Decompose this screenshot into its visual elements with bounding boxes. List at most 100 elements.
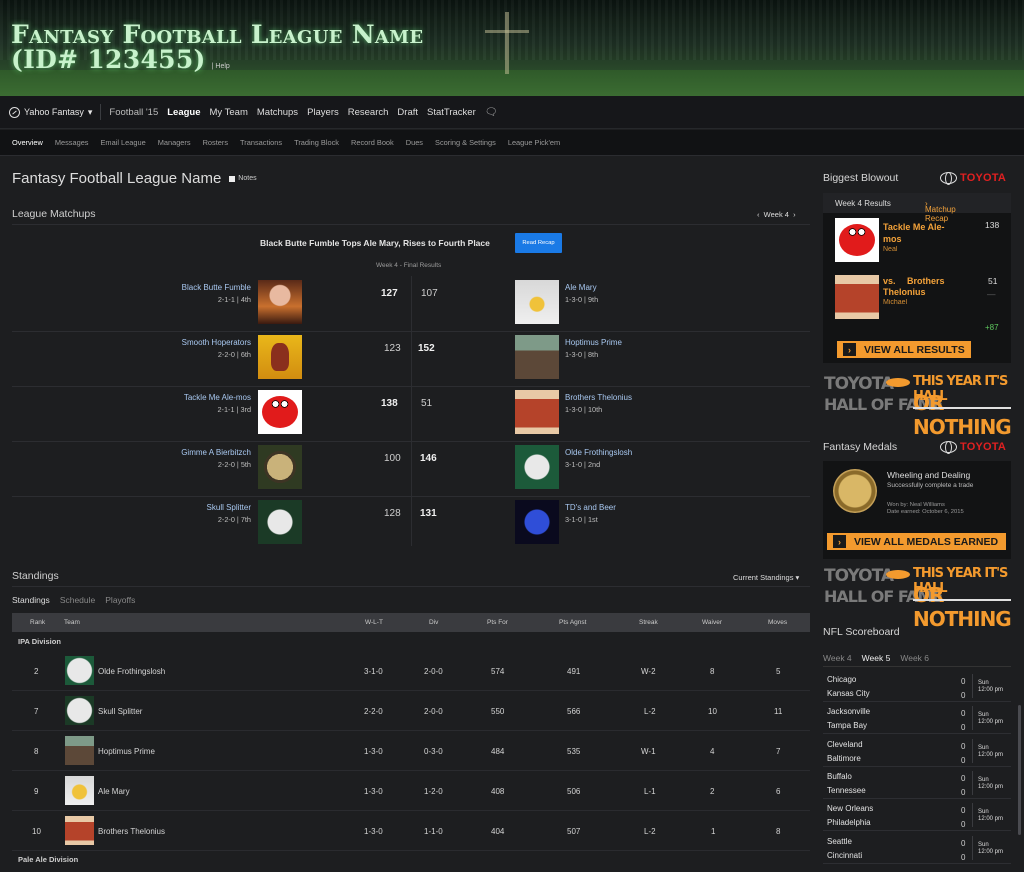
home-team-name[interactable]: Smooth Hoperators <box>1 338 251 347</box>
tab-schedule[interactable]: Schedule <box>60 595 95 605</box>
away-team-name[interactable]: Hoptimus Prime <box>565 338 765 347</box>
nfl-game[interactable]: Cleveland Baltimore 00 Sun 12:00 pm <box>823 735 1011 767</box>
nav-players[interactable]: Players <box>307 107 339 118</box>
away-team-name[interactable]: Brothers Thelonius <box>565 393 765 402</box>
subnav-dues[interactable]: Dues <box>406 138 423 147</box>
nfl-game[interactable]: Chicago Kansas City 00 Sun 12:00 pm <box>823 670 1011 702</box>
away-team-name[interactable]: TD's and Beer <box>565 503 765 512</box>
col-rank[interactable]: Rank <box>30 619 45 626</box>
chevron-right-icon[interactable]: › <box>793 210 796 219</box>
nfl-week-tabs: Week 4 Week 5 Week 6 <box>823 653 929 663</box>
nav-matchups[interactable]: Matchups <box>257 107 298 118</box>
home-team-name[interactable]: Tackle Me Ale-mos <box>1 393 251 402</box>
chevron-down-icon: ▾ <box>87 106 93 117</box>
yahoo-fantasy-menu[interactable]: Yahoo Fantasy ▾ <box>9 104 102 120</box>
toyota-ad[interactable]: TOYOTA HALL OF FAME THIS YEAR IT'S HALL … <box>823 373 1013 439</box>
home-team-name[interactable]: Skull Splitter <box>1 503 251 512</box>
table-row[interactable]: 9 Ale Mary 1-3-0 1-2-0 408 506 L-1 2 6 <box>12 771 810 811</box>
team-name[interactable]: Olde Frothingslosh <box>98 667 165 676</box>
team-name[interactable]: Brothers Thelonius <box>98 827 165 836</box>
col-div[interactable]: Div <box>429 619 438 626</box>
nav-research[interactable]: Research <box>348 107 389 118</box>
subnav-trading-block[interactable]: Trading Block <box>294 138 339 147</box>
matchup-recap-link[interactable]: Matchup Recap › <box>925 199 956 223</box>
team-avatar[interactable] <box>515 390 559 434</box>
away-team-name[interactable]: Olde Frothingslosh <box>565 448 765 457</box>
team-avatar[interactable] <box>258 390 302 434</box>
tab-week-6[interactable]: Week 6 <box>900 653 929 663</box>
tab-standings[interactable]: Standings <box>12 595 50 605</box>
notes-toggle[interactable]: Notes <box>229 175 257 182</box>
ad-strike-line <box>913 407 1011 409</box>
chevron-left-icon[interactable]: ‹ <box>757 210 760 219</box>
home-team-name[interactable]: Gimme A Bierbitzch <box>1 448 251 457</box>
tab-week-5[interactable]: Week 5 <box>862 653 891 663</box>
home-team-record: 2-1-1 | 3rd <box>217 405 251 414</box>
standings-tabs: Standings Schedule Playoffs <box>12 595 135 605</box>
team-avatar[interactable] <box>835 275 879 319</box>
subnav-record-book[interactable]: Record Book <box>351 138 394 147</box>
chat-icon[interactable]: 🗨 <box>485 107 498 118</box>
view-all-results-button[interactable]: › VIEW ALL RESULTS <box>837 341 971 358</box>
tab-week-4[interactable]: Week 4 <box>823 653 852 663</box>
col-streak[interactable]: Streak <box>639 619 658 626</box>
team-avatar[interactable] <box>258 445 302 489</box>
col-pts-agnst[interactable]: Pts Agnst <box>559 619 586 626</box>
winner-manager: Neal <box>883 246 898 253</box>
subnav-transactions[interactable]: Transactions <box>240 138 282 147</box>
team-avatar[interactable] <box>258 280 302 324</box>
loser-team-name[interactable]: Brothers Thelonius <box>883 276 959 298</box>
nfl-game[interactable]: Seattle Cincinnati 00 Sun 12:00 pm <box>823 832 1011 864</box>
team-avatar[interactable] <box>515 445 559 489</box>
table-row[interactable]: 2 Olde Frothingslosh 3-1-0 2-0-0 574 491… <box>12 651 810 691</box>
view-all-medals-button[interactable]: › VIEW ALL MEDALS EARNED <box>827 533 1006 550</box>
team-name[interactable]: Hoptimus Prime <box>98 747 155 756</box>
subnav-email-league[interactable]: Email League <box>101 138 146 147</box>
toyota-ad[interactable]: TOYOTA HALL OF FAME THIS YEAR IT'S HALL … <box>823 565 1013 631</box>
nfl-game[interactable]: Jacksonville Tampa Bay 00 Sun 12:00 pm <box>823 702 1011 734</box>
subnav-overview[interactable]: Overview <box>12 138 43 147</box>
team-avatar[interactable] <box>515 335 559 379</box>
nav-draft[interactable]: Draft <box>397 107 418 118</box>
nfl-game[interactable]: Buffalo Tennessee 00 Sun 12:00 pm <box>823 767 1011 799</box>
team-avatar <box>65 816 94 845</box>
home-team-name[interactable]: Black Butte Fumble <box>1 283 251 292</box>
tab-playoffs[interactable]: Playoffs <box>105 595 135 605</box>
read-recap-button[interactable]: Read Recap <box>515 233 562 253</box>
nav-league[interactable]: League <box>167 107 200 118</box>
subnav-league-pickem[interactable]: League Pick'em <box>508 138 560 147</box>
team-avatar[interactable] <box>258 335 302 379</box>
standings-view-dropdown[interactable]: Current Standings ▾ <box>733 573 799 582</box>
table-row[interactable]: 7 Skull Splitter 2-2-0 2-0-0 550 566 L-2… <box>12 691 810 731</box>
winner-team-name[interactable]: Tackle Me Ale-mos <box>883 221 963 245</box>
col-team[interactable]: Team <box>64 619 80 626</box>
team-avatar[interactable] <box>835 218 879 262</box>
team-name[interactable]: Skull Splitter <box>98 707 142 716</box>
matchups-title: League Matchups <box>12 208 96 220</box>
help-link[interactable]: | Help <box>212 54 230 79</box>
col-wlt[interactable]: W-L-T <box>365 619 383 626</box>
nav-stattracker[interactable]: StatTracker <box>427 107 476 118</box>
subnav-messages[interactable]: Messages <box>55 138 89 147</box>
team-avatar[interactable] <box>515 280 559 324</box>
subnav-scoring-settings[interactable]: Scoring & Settings <box>435 138 496 147</box>
team-avatar[interactable] <box>258 500 302 544</box>
nav-my-team[interactable]: My Team <box>210 107 248 118</box>
table-row[interactable]: 10 Brothers Thelonius 1-3-0 1-1-0 404 50… <box>12 811 810 851</box>
team-name[interactable]: Ale Mary <box>98 787 130 796</box>
team-avatar[interactable] <box>515 500 559 544</box>
divider <box>12 441 810 442</box>
subnav-rosters[interactable]: Rosters <box>203 138 228 147</box>
away-team-name[interactable]: Ale Mary <box>565 283 765 292</box>
col-waiver[interactable]: Waiver <box>702 619 722 626</box>
table-row[interactable]: 8 Hoptimus Prime 1-3-0 0-3-0 484 535 W-1… <box>12 731 810 771</box>
col-moves[interactable]: Moves <box>768 619 787 626</box>
division-label: IPA Division <box>18 637 61 646</box>
col-pts-for[interactable]: Pts For <box>487 619 508 626</box>
nfl-game[interactable]: New Orleans Philadelphia 00 Sun 12:00 pm <box>823 799 1011 831</box>
subnav-managers[interactable]: Managers <box>158 138 191 147</box>
nav-season[interactable]: Football '15 <box>109 107 158 118</box>
point-differential: +87 <box>985 323 999 332</box>
sidebar-scrollbar[interactable] <box>1018 705 1021 835</box>
week-selector[interactable]: ‹ Week 4 › <box>757 210 796 219</box>
